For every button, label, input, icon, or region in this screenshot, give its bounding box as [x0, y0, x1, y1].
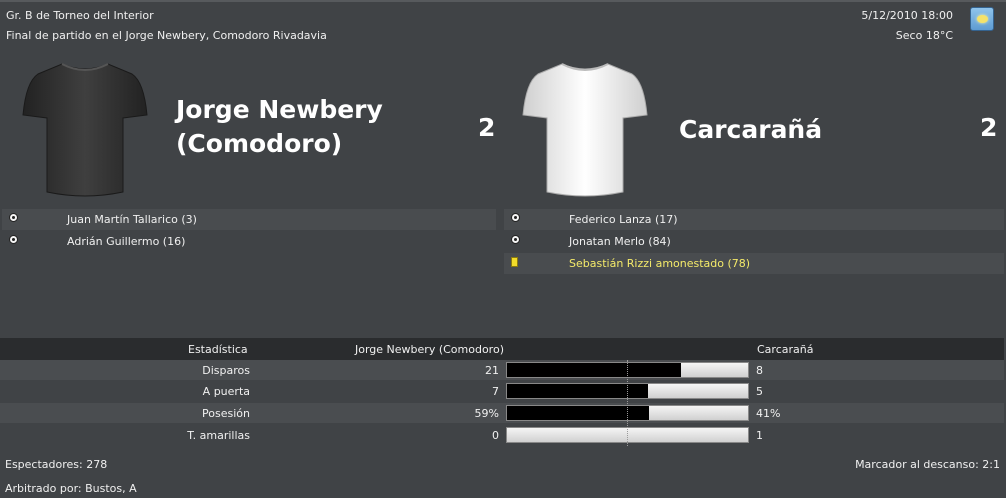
away-event-row: Federico Lanza (17) — [504, 209, 1004, 230]
stats-header-home: Jorge Newbery (Comodoro) — [355, 343, 504, 356]
stat-row: T. amarillas 0 1 — [0, 425, 1004, 445]
stat-label: Disparos — [202, 364, 250, 377]
away-event-row: Sebastián Rizzi amonestado (78) — [504, 253, 1004, 274]
stat-away-value: 1 — [756, 429, 763, 442]
stat-label: T. amarillas — [187, 429, 250, 442]
referee-label[interactable]: Arbitrado por: Bustos, A — [5, 482, 137, 495]
stats-midline — [627, 360, 628, 446]
stat-home-value: 21 — [485, 364, 499, 377]
stat-row: Disparos 21 8 — [0, 360, 1004, 380]
spectators-label: Espectadores: 278 — [5, 458, 108, 471]
stat-home-value: 7 — [492, 385, 499, 398]
stat-home-value: 59% — [474, 407, 499, 420]
ball-icon — [511, 213, 520, 222]
away-team-name[interactable]: Carcarañá — [679, 113, 822, 147]
home-shirt-icon — [22, 63, 148, 197]
stat-label: A puerta — [202, 385, 250, 398]
event-text[interactable]: Sebastián Rizzi amonestado (78) — [569, 257, 750, 270]
competition-label[interactable]: Gr. B de Torneo del Interior — [6, 9, 154, 22]
match-datetime: 5/12/2010 18:00 — [861, 9, 953, 22]
weather-text: Seco 18°C — [895, 29, 953, 42]
stats-header-label: Estadística — [188, 343, 248, 356]
stat-away-value: 5 — [756, 385, 763, 398]
event-text[interactable]: Jonatan Merlo (84) — [569, 235, 671, 248]
stat-home-fill — [507, 363, 682, 377]
event-text[interactable]: Juan Martín Tallarico (3) — [67, 213, 197, 226]
top-border — [0, 0, 1006, 2]
home-event-row: Adrián Guillermo (16) — [2, 231, 496, 252]
sunny-weather-icon — [970, 7, 994, 31]
stat-away-value: 41% — [756, 407, 781, 420]
ball-icon — [511, 235, 520, 244]
away-event-row: Jonatan Merlo (84) — [504, 231, 1004, 252]
halftime-score-label: Marcador al descanso: 2:1 — [855, 458, 1000, 471]
home-event-row: Juan Martín Tallarico (3) — [2, 209, 496, 230]
stat-away-value: 8 — [756, 364, 763, 377]
yellow-card-icon — [511, 257, 518, 267]
event-text[interactable]: Federico Lanza (17) — [569, 213, 678, 226]
stat-row: A puerta 7 5 — [0, 381, 1004, 401]
stat-home-value: 0 — [492, 429, 499, 442]
venue-line: Final de partido en el Jorge Newbery, Co… — [6, 29, 327, 42]
away-score: 2 — [980, 113, 998, 142]
stat-label: Posesión — [202, 407, 250, 420]
stats-header: Estadística Jorge Newbery (Comodoro) Car… — [0, 338, 1004, 360]
stat-row: Posesión 59% 41% — [0, 403, 1004, 423]
away-shirt-icon — [522, 63, 648, 197]
ball-icon — [9, 213, 18, 222]
ball-icon — [9, 235, 18, 244]
home-team-name[interactable]: Jorge Newbery (Comodoro) — [176, 93, 416, 161]
event-text[interactable]: Adrián Guillermo (16) — [67, 235, 185, 248]
home-score: 2 — [478, 113, 496, 142]
stats-header-away: Carcarañá — [757, 343, 814, 356]
